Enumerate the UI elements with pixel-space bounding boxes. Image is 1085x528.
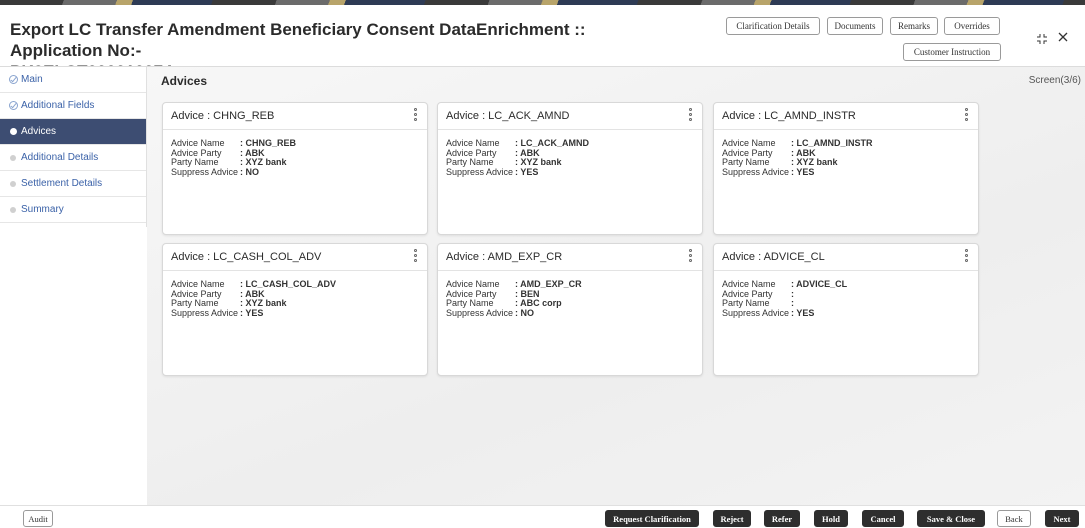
advice-card-header: Advice : CHNG_REB — [163, 103, 427, 130]
active-dot-icon — [8, 127, 18, 137]
advice-card[interactable]: Advice : ADVICE_CL Advice Name: ADVICE_C… — [713, 243, 979, 376]
sidebar-item-label: Summary — [21, 204, 64, 215]
check-circle-icon — [8, 101, 18, 111]
pending-dot-icon — [8, 179, 18, 189]
kebab-menu-icon[interactable] — [689, 249, 693, 262]
advice-card-body: Advice Name: LC_AMND_INSTR Advice Party:… — [722, 138, 873, 177]
suppress-advice-value: : YES — [240, 307, 264, 318]
screen-indicator: Screen(3/6) — [1028, 75, 1081, 86]
refer-button[interactable]: Refer — [764, 510, 800, 527]
suppress-advice-value: : YES — [791, 166, 815, 177]
customer-instruction-button[interactable]: Customer Instruction — [903, 43, 1001, 61]
request-clarification-button[interactable]: Request Clarification — [605, 510, 699, 527]
advice-card-title: Advice : LC_ACK_AMND — [446, 110, 570, 122]
kebab-menu-icon[interactable] — [414, 249, 418, 262]
pending-dot-icon — [8, 153, 18, 163]
kebab-menu-icon[interactable] — [965, 108, 969, 121]
remarks-button[interactable]: Remarks — [890, 17, 938, 35]
next-button[interactable]: Next — [1045, 510, 1079, 527]
cancel-button[interactable]: Cancel — [862, 510, 904, 527]
hold-button[interactable]: Hold — [814, 510, 848, 527]
advice-card-header: Advice : LC_ACK_AMND — [438, 103, 702, 130]
suppress-advice-label: Suppress Advice — [722, 166, 790, 177]
close-icon[interactable] — [1057, 31, 1069, 46]
sidebar-item-label: Additional Fields — [21, 100, 95, 111]
sidebar-item-advices[interactable]: Advices — [0, 119, 146, 145]
sidebar-item-label: Settlement Details — [21, 178, 103, 189]
sidebar-item-additional-fields[interactable]: Additional Fields — [0, 93, 146, 119]
advice-card-header: Advice : ADVICE_CL — [714, 244, 978, 271]
suppress-advice-label: Suppress Advice — [171, 166, 239, 177]
suppress-advice-value: : NO — [515, 307, 534, 318]
advice-card[interactable]: Advice : CHNG_REB Advice Name: CHNG_REB … — [162, 102, 428, 235]
advice-card-body: Advice Name: LC_CASH_COL_ADV Advice Part… — [171, 279, 336, 318]
suppress-advice-label: Suppress Advice — [446, 307, 514, 318]
kebab-menu-icon[interactable] — [689, 108, 693, 121]
sidebar-item-additional-details[interactable]: Additional Details — [0, 145, 146, 171]
suppress-advice-value: : NO — [240, 166, 259, 177]
sidebar-item-label: Additional Details — [21, 152, 99, 163]
advice-card[interactable]: Advice : LC_ACK_AMND Advice Name: LC_ACK… — [437, 102, 703, 235]
advice-card-header: Advice : AMD_EXP_CR — [438, 244, 702, 271]
clarification-details-button[interactable]: Clarification Details — [726, 17, 820, 35]
sidebar-item-settlement-details[interactable]: Settlement Details — [0, 171, 146, 197]
advice-card[interactable]: Advice : LC_AMND_INSTR Advice Name: LC_A… — [713, 102, 979, 235]
advice-card-body: Advice Name: CHNG_REB Advice Party: ABK … — [171, 138, 296, 177]
kebab-menu-icon[interactable] — [414, 108, 418, 121]
sidebar-item-summary[interactable]: Summary — [0, 197, 146, 223]
advice-card-title: Advice : CHNG_REB — [171, 110, 275, 122]
suppress-advice-label: Suppress Advice — [722, 307, 790, 318]
suppress-advice-label: Suppress Advice — [171, 307, 239, 318]
page-header: Export LC Transfer Amendment Beneficiary… — [0, 5, 1085, 81]
suppress-advice-label: Suppress Advice — [446, 166, 514, 177]
advice-card-title: Advice : LC_AMND_INSTR — [722, 110, 856, 122]
back-button[interactable]: Back — [997, 510, 1031, 527]
audit-button[interactable]: Audit — [23, 510, 53, 527]
advice-card-header: Advice : LC_AMND_INSTR — [714, 103, 978, 130]
sidebar-item-label: Advices — [21, 126, 57, 137]
sidebar-item-label: Main — [21, 74, 43, 85]
main-content: Advices Screen(3/6) Advice : CHNG_REB Ad… — [147, 67, 1085, 505]
advice-card-header: Advice : LC_CASH_COL_ADV — [163, 244, 427, 271]
pending-dot-icon — [8, 205, 18, 215]
save-close-button[interactable]: Save & Close — [917, 510, 985, 527]
advice-card[interactable]: Advice : LC_CASH_COL_ADV Advice Name: LC… — [162, 243, 428, 376]
advice-name-value: : ADVICE_CL — [791, 279, 848, 289]
advice-card-title: Advice : LC_CASH_COL_ADV — [171, 251, 322, 263]
check-circle-icon — [8, 75, 18, 85]
sidebar: Main Additional Fields Advices Additiona… — [0, 67, 147, 227]
section-title: Advices — [161, 74, 208, 88]
advice-card-body: Advice Name: ADVICE_CL Advice Party: Par… — [722, 279, 848, 318]
suppress-advice-value: : YES — [515, 166, 539, 177]
sidebar-item-main[interactable]: Main — [0, 67, 146, 93]
suppress-advice-value: : YES — [791, 307, 815, 318]
kebab-menu-icon[interactable] — [965, 249, 969, 262]
advice-card-body: Advice Name: LC_ACK_AMND Advice Party: A… — [446, 138, 589, 177]
overrides-button[interactable]: Overrides — [944, 17, 1000, 35]
reject-button[interactable]: Reject — [713, 510, 751, 527]
advice-card-body: Advice Name: AMD_EXP_CR Advice Party: BE… — [446, 279, 582, 318]
collapse-icon[interactable] — [1036, 33, 1048, 48]
advice-card-title: Advice : AMD_EXP_CR — [446, 251, 563, 263]
advice-card-title: Advice : ADVICE_CL — [722, 251, 825, 263]
page-title-line1: Export LC Transfer Amendment Beneficiary… — [10, 20, 586, 60]
documents-button[interactable]: Documents — [827, 17, 883, 35]
footer-toolbar: Audit Request Clarification Reject Refer… — [0, 505, 1085, 528]
advice-card[interactable]: Advice : AMD_EXP_CR Advice Name: AMD_EXP… — [437, 243, 703, 376]
